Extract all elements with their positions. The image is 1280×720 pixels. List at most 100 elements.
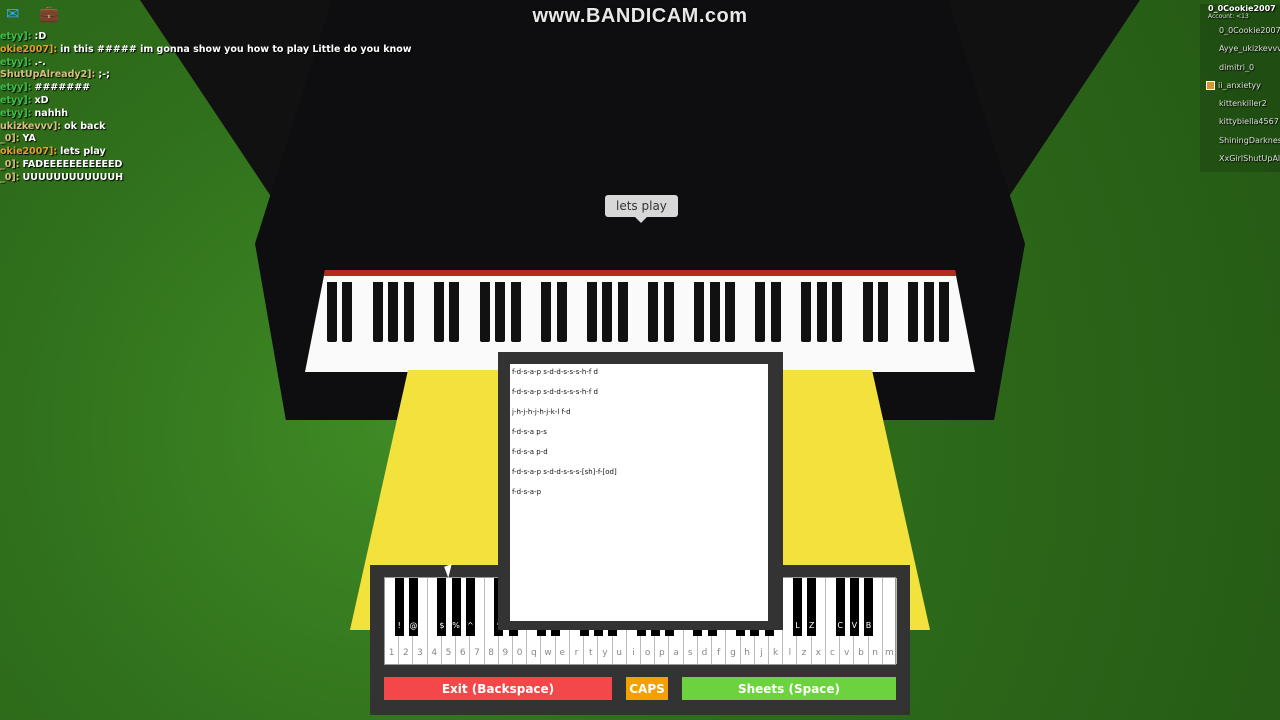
- chat-text: xD: [34, 94, 49, 106]
- piano-black-key: [908, 282, 919, 342]
- exit-button[interactable]: Exit (Backspace): [384, 677, 612, 700]
- piano-black-key: [388, 282, 399, 342]
- sheet-line: f-d-s-a-p s-d-d-s-s-s-[sh]-f-[od]: [512, 468, 617, 476]
- account-age: Account: <13: [1208, 13, 1249, 20]
- player-name: ii_anxietyy: [1218, 80, 1261, 90]
- piano-black-key: [816, 282, 827, 342]
- chat-text: lets play: [60, 146, 106, 158]
- black-key[interactable]: @: [408, 578, 418, 636]
- black-key[interactable]: B: [864, 578, 874, 636]
- chat-sender: _0]:: [0, 158, 20, 170]
- chat-message: etyy]: nahhh: [0, 108, 412, 121]
- piano-black-key: [449, 282, 460, 342]
- chat-sender: etyy]:: [0, 56, 32, 68]
- chat-sender: etyy]:: [0, 107, 32, 119]
- chat-sender: etyy]:: [0, 94, 32, 106]
- player-entry[interactable]: 0_0Cookie2007: [1200, 26, 1280, 44]
- watermark: www.BANDICAM.com: [532, 5, 748, 27]
- player-entry[interactable]: XxGirlShutUpAlrea: [1200, 154, 1280, 172]
- chat-message: _0]: UUUUUUUUUUUUH: [0, 172, 412, 185]
- chat-text: .-.: [34, 56, 46, 68]
- sheet-line: f-d-s-a p-d: [512, 448, 548, 456]
- piano-black-key: [755, 282, 766, 342]
- piano-black-key: [694, 282, 705, 342]
- chat-text: nahhh: [34, 107, 68, 119]
- player-name: Ayye_ukizkevvv: [1219, 44, 1280, 54]
- player-entry[interactable]: Ayye_ukizkevvv: [1200, 44, 1280, 62]
- player-name: XxGirlShutUpAlrea: [1219, 154, 1280, 164]
- chat-sender: etyy]:: [0, 82, 32, 94]
- piano-black-key: [663, 282, 674, 342]
- piano-black-key: [372, 282, 383, 342]
- player-name: ShiningDarknes: [1219, 135, 1280, 145]
- player-name: kittybiella4567: [1219, 117, 1279, 127]
- player-name: kittenkiller2: [1219, 99, 1267, 109]
- piano-black-key: [770, 282, 781, 342]
- piano-black-key: [648, 282, 659, 342]
- black-key[interactable]: %: [451, 578, 461, 636]
- player-list: 0_0Cookie2007 Account: <13 0_0Cookie2007…: [1200, 4, 1280, 173]
- chat-message: etyy]: .-.: [0, 57, 412, 70]
- chat-text: ok back: [64, 120, 106, 132]
- player-entry[interactable]: kittybiella4567: [1200, 117, 1280, 135]
- piano-black-key: [403, 282, 414, 342]
- piano-black-key: [510, 282, 521, 342]
- piano-black-key: [617, 282, 628, 342]
- backpack-icon[interactable]: 💼: [39, 4, 59, 23]
- chat-sender: ShutUpAlready2]:: [0, 69, 96, 81]
- sheet-panel: f-d-s-a-p s-d-d-s-s-s-h-f d f-d-s-a-p s-d…: [498, 352, 783, 630]
- black-key[interactable]: $: [437, 578, 447, 636]
- black-key[interactable]: L: [792, 578, 802, 636]
- chat-sender: _0]:: [0, 171, 20, 183]
- chat-message: _0]: FADEEEEEEEEEEED: [0, 159, 412, 172]
- sheet-line: f-d-s-a-p s-d-d-s-s-s-h-f d: [512, 388, 598, 396]
- sheet-line: f-d-s-a-p: [512, 488, 542, 496]
- chat-message: _0]: YA: [0, 133, 412, 146]
- player-entry[interactable]: ii_anxietyy: [1200, 80, 1280, 99]
- chat-text: ;-;: [98, 69, 110, 81]
- black-key[interactable]: Z: [807, 578, 817, 636]
- chat-message: etyy]: #######: [0, 82, 412, 95]
- chat-text: FADEEEEEEEEEEED: [22, 158, 123, 170]
- player-entry[interactable]: kittenkiller2: [1200, 99, 1280, 117]
- piano-black-key: [801, 282, 812, 342]
- sheets-button[interactable]: Sheets (Space): [682, 677, 896, 700]
- piano-black-key: [831, 282, 842, 342]
- chat-text: #######: [34, 82, 91, 94]
- player-entry[interactable]: ShiningDarknes: [1200, 136, 1280, 154]
- sheet-line: j-h-j-h-j-h-j-k-l f-d: [512, 408, 571, 416]
- sheet-line: f-d-s-a p-s: [512, 428, 547, 436]
- piano-black-key: [862, 282, 873, 342]
- piano-black-key: [495, 282, 506, 342]
- chat-message: etyy]: xD: [0, 95, 412, 108]
- caps-button[interactable]: CAPS: [626, 677, 668, 700]
- piano-black-key: [877, 282, 888, 342]
- chat-bubble: lets play: [605, 195, 678, 223]
- player-entry[interactable]: dimitri_0: [1200, 63, 1280, 81]
- black-key[interactable]: V: [849, 578, 859, 636]
- sheet-text[interactable]: f-d-s-a-p s-d-d-s-s-s-h-f d f-d-s-a-p s-d…: [510, 364, 768, 621]
- white-key[interactable]: m: [883, 578, 897, 664]
- chat-sender: okie2007]:: [0, 146, 58, 158]
- black-key[interactable]: ^: [465, 578, 475, 636]
- black-key[interactable]: !: [394, 578, 404, 636]
- chat-sender: ukizkevvv]:: [0, 120, 62, 132]
- rank-badge-icon: [1206, 80, 1215, 90]
- black-key[interactable]: C: [835, 578, 845, 636]
- chat-text: :D: [34, 31, 47, 42]
- piano-black-key: [434, 282, 445, 342]
- piano-black-key: [587, 282, 598, 342]
- chat-bubble-icon[interactable]: ✉: [6, 4, 19, 23]
- piano-black-key: [709, 282, 720, 342]
- piano-black-key: [541, 282, 552, 342]
- player-name: 0_0Cookie2007: [1208, 4, 1276, 13]
- chat-sender: _0]:: [0, 133, 20, 145]
- chat-text: UUUUUUUUUUUUH: [22, 171, 124, 183]
- chat-sender: etyy]:: [0, 31, 32, 42]
- chat-text: YA: [22, 133, 36, 145]
- chat-text: in this ##### im gonna show you how to p…: [60, 43, 412, 55]
- player-name: dimitri_0: [1219, 62, 1255, 72]
- piano-black-key: [602, 282, 613, 342]
- piano-black-key: [724, 282, 735, 342]
- piano-black-key: [939, 282, 949, 342]
